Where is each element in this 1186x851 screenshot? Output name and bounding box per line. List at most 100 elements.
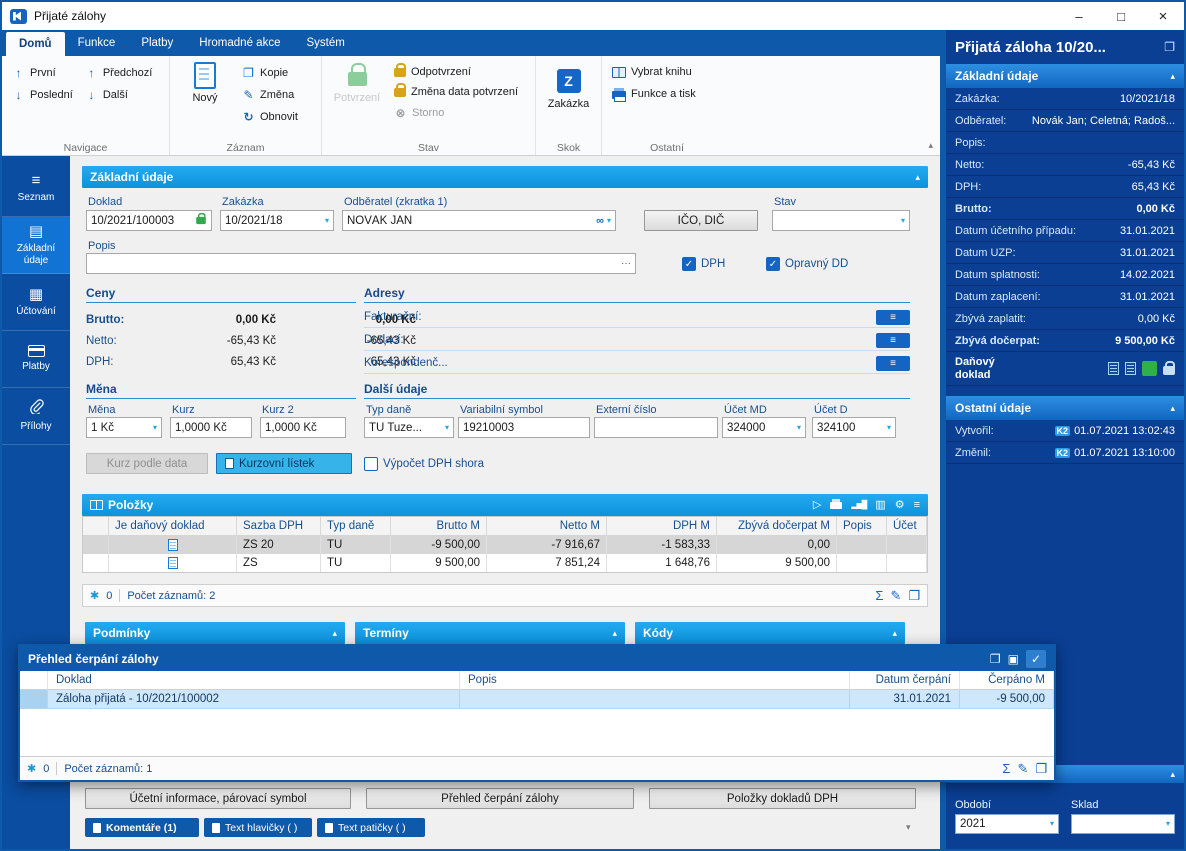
- section-header-terminy[interactable]: Termíny ▴: [355, 622, 625, 644]
- tab-platby[interactable]: Platby: [128, 30, 186, 56]
- col-brutto[interactable]: Brutto M: [391, 517, 487, 536]
- sum-icon[interactable]: Σ: [875, 589, 883, 602]
- kurz-input[interactable]: 1,0000 Kč: [170, 417, 252, 438]
- section-header-polozky[interactable]: Položky ▷ ▂▅█ ▥ ⚙ ≡: [82, 494, 928, 516]
- polozky-dokladu-dph-button[interactable]: Položky dokladů DPH: [649, 788, 916, 809]
- menu-icon[interactable]: ≡: [914, 499, 920, 511]
- col-sazba[interactable]: Sazba DPH: [237, 517, 321, 536]
- ucetni-informace-button[interactable]: Účetní informace, párovací symbol: [85, 788, 351, 809]
- unconfirm-button[interactable]: Odpotvrzení: [390, 62, 522, 80]
- document-copy-icon[interactable]: [1125, 362, 1136, 375]
- tab-funkce[interactable]: Funkce: [65, 30, 129, 56]
- section-header-podminky[interactable]: Podmínky ▴: [85, 622, 345, 644]
- ellipsis-button[interactable]: ···: [621, 258, 631, 269]
- col-popis[interactable]: Popis: [837, 517, 887, 536]
- col-je-danovy[interactable]: Je daňový doklad: [109, 517, 237, 536]
- zakazka-combo[interactable]: 10/2021/18 ▾: [220, 210, 334, 231]
- opravny-dd-checkbox[interactable]: ✓ Opravný DD: [766, 255, 848, 273]
- ucet-md-combo[interactable]: 324000 ▾: [722, 417, 806, 438]
- section-header-zakladni-udaje[interactable]: Základní údaje ▴: [82, 166, 928, 188]
- confirm-button[interactable]: ✓: [1026, 649, 1046, 668]
- mena-combo[interactable]: 1 Kč ▾: [86, 417, 162, 438]
- refresh-button[interactable]: ↻ Obnovit: [238, 108, 302, 126]
- next-button[interactable]: ↓ Další: [81, 86, 157, 104]
- document-icon[interactable]: [1108, 362, 1119, 375]
- odberatel-combo[interactable]: NOVÁK JAN ∞ ▾: [342, 210, 616, 231]
- col-netto[interactable]: Netto M: [487, 517, 607, 536]
- vypocet-dph-checkbox[interactable]: Výpočet DPH shora: [364, 455, 484, 473]
- change-confirm-date-button[interactable]: Změna data potvrzení: [390, 82, 522, 100]
- obdobi-combo[interactable]: 2021 ▾: [955, 814, 1059, 834]
- table-row[interactable]: ZS 20 TU -9 500,00 -7 916,67 -1 583,33 0…: [83, 536, 927, 554]
- print-icon[interactable]: [830, 498, 843, 509]
- dph-checkbox[interactable]: ✓ DPH: [682, 255, 725, 273]
- new-button[interactable]: Nový: [176, 59, 234, 105]
- prehled-cerpani-button[interactable]: Přehled čerpání zálohy: [366, 788, 634, 809]
- expand-icon[interactable]: ❐: [990, 653, 1001, 665]
- popis-input[interactable]: ···: [86, 253, 636, 274]
- scroll-down-icon[interactable]: ▾: [906, 822, 911, 833]
- sum-icon[interactable]: Σ: [1002, 762, 1010, 775]
- minimize-button[interactable]: –: [1058, 2, 1100, 30]
- expand-icon[interactable]: ❐: [1164, 40, 1175, 54]
- select-book-button[interactable]: Vybrat knihu: [608, 64, 700, 80]
- functions-print-button[interactable]: Funkce a tisk: [608, 84, 700, 104]
- table-row[interactable]: ZS TU 9 500,00 7 851,24 1 648,76 9 500,0…: [83, 554, 927, 572]
- var-symbol-input[interactable]: 19210003: [458, 417, 590, 438]
- edit-button[interactable]: ✎ Změna: [238, 86, 302, 104]
- link-icon[interactable]: ∞: [596, 215, 604, 227]
- play-icon[interactable]: ▷: [813, 499, 821, 511]
- stav-combo[interactable]: ▾: [772, 210, 910, 231]
- dock-icon[interactable]: ▣: [1008, 653, 1019, 665]
- sidebar-item-seznam[interactable]: ≡ Seznam: [2, 160, 70, 217]
- typ-dane-combo[interactable]: TU Tuze... ▾: [364, 417, 454, 438]
- tab-domu[interactable]: Domů: [6, 32, 65, 56]
- col-ucet[interactable]: Účet: [887, 517, 927, 536]
- tab-text-hlavicky[interactable]: Text hlavičky ( ): [204, 818, 312, 837]
- address-menu-button[interactable]: ≡: [876, 309, 910, 325]
- chart-icon[interactable]: ▂▅█: [851, 501, 867, 509]
- kurz2-input[interactable]: 1,0000 Kč: [260, 417, 346, 438]
- col-popis[interactable]: Popis: [460, 671, 850, 690]
- doklad-input[interactable]: 10/2021/100003: [86, 210, 212, 231]
- ico-dic-button[interactable]: IČO, DIČ: [644, 210, 758, 231]
- previous-button[interactable]: ↑ Předchozí: [81, 64, 157, 82]
- kurzovni-listek-button[interactable]: Kurzovní lístek: [216, 453, 352, 474]
- columns-icon[interactable]: ▥: [875, 499, 885, 511]
- panel-section-zakladni[interactable]: Základní údaje ▴: [946, 64, 1184, 88]
- sidebar-item-zakladni-udaje[interactable]: ▤ Základní údaje: [2, 217, 70, 274]
- zakazka-button[interactable]: Z Zakázka: [542, 59, 595, 111]
- maximize-button[interactable]: □: [1100, 2, 1142, 30]
- filter-icon[interactable]: ✱: [27, 762, 36, 775]
- close-button[interactable]: ×: [1142, 2, 1184, 30]
- address-menu-button[interactable]: ≡: [876, 332, 910, 348]
- tab-hromadne-akce[interactable]: Hromadné akce: [186, 30, 293, 56]
- sklad-combo[interactable]: ▾: [1071, 814, 1175, 834]
- tab-text-paticky[interactable]: Text patičky ( ): [317, 818, 425, 837]
- copy-grid-icon[interactable]: ❐: [1035, 762, 1047, 775]
- panel-section-ostatni[interactable]: Ostatní údaje ▴: [946, 396, 1184, 420]
- ucet-d-combo[interactable]: 324100 ▾: [812, 417, 896, 438]
- filter-icon[interactable]: ✱: [90, 589, 99, 602]
- col-datum[interactable]: Datum čerpání: [850, 671, 960, 690]
- copy-button[interactable]: ❐ Kopie: [238, 64, 302, 82]
- sidebar-item-platby[interactable]: Platby: [2, 331, 70, 388]
- collapse-ribbon-icon[interactable]: ▴: [928, 140, 933, 151]
- gear-icon[interactable]: ⚙: [895, 499, 905, 511]
- col-doklad[interactable]: Doklad: [48, 671, 460, 690]
- dialog-table-row[interactable]: Záloha přijatá - 10/2021/100002 31.01.20…: [20, 690, 1054, 709]
- externi-cislo-input[interactable]: [594, 417, 718, 438]
- col-dph[interactable]: DPH M: [607, 517, 717, 536]
- last-button[interactable]: ↓ Poslední: [8, 86, 77, 104]
- section-header-kody[interactable]: Kódy ▴: [635, 622, 905, 644]
- address-menu-button[interactable]: ≡: [876, 355, 910, 371]
- edit-icon[interactable]: ✎: [1017, 762, 1028, 775]
- copy-grid-icon[interactable]: ❐: [908, 589, 920, 602]
- first-button[interactable]: ↑ První: [8, 64, 77, 82]
- sidebar-item-uctovani[interactable]: ▦ Účtování: [2, 274, 70, 331]
- col-typ[interactable]: Typ daně: [321, 517, 391, 536]
- col-zbyva[interactable]: Zbývá dočerpat M: [717, 517, 837, 536]
- edit-icon[interactable]: ✎: [890, 589, 901, 602]
- tab-komentare[interactable]: Komentáře (1): [85, 818, 199, 837]
- tab-system[interactable]: Systém: [293, 30, 357, 56]
